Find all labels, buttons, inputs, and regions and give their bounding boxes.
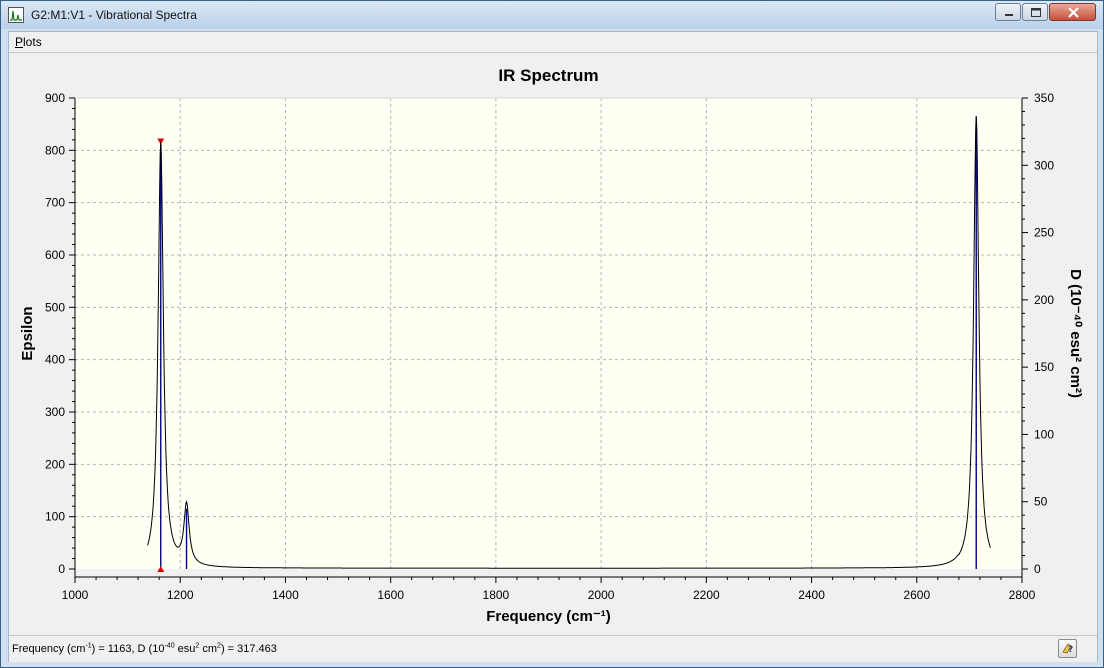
maximize-icon: [1031, 8, 1041, 17]
app-window: G2:M1:V1 - Vibrational Spectra Plots IR …: [0, 0, 1104, 668]
y2-tick-label: 350: [1034, 91, 1054, 105]
y-tick-label: 800: [45, 143, 65, 157]
y-tick-label: 200: [45, 457, 65, 471]
close-icon: [1068, 7, 1079, 18]
x-tick-label: 2600: [903, 588, 930, 602]
y2-tick-label: 100: [1034, 427, 1054, 441]
y-tick-label: 900: [45, 91, 65, 105]
menu-plots-label: lots: [23, 35, 42, 49]
y-tick-label: 100: [45, 510, 65, 524]
close-button[interactable]: [1049, 3, 1096, 21]
y-tick-label: 600: [45, 248, 65, 262]
y2-tick-label: 0: [1034, 562, 1041, 576]
y2-tick-label: 50: [1034, 495, 1048, 509]
help-icon: ?: [1062, 643, 1073, 655]
minimize-icon: [1005, 14, 1013, 16]
chart-title: IR Spectrum: [498, 66, 598, 85]
x-tick-label: 1000: [62, 588, 89, 602]
menu-plots-mnemonic: P: [15, 35, 24, 49]
client-area: Plots IR Spectrum 0 100 200 300 400 500 600 700 8…: [8, 31, 1098, 662]
status-unit-esu: esu: [174, 643, 196, 655]
x-tick-label: 2400: [798, 588, 825, 602]
status-freq-value: ) = 1163, D (10: [91, 643, 165, 655]
status-d-exponent: -40: [164, 642, 175, 650]
title-bar[interactable]: G2:M1:V1 - Vibrational Spectra: [1, 1, 1103, 29]
y-tick-label: 700: [45, 196, 65, 210]
y2-tick-label: 300: [1034, 158, 1054, 172]
x-tick-label: 2800: [1009, 588, 1036, 602]
y-axis-label: Epsilon: [19, 306, 36, 360]
vibrational-spectra-icon: [8, 7, 24, 23]
x-tick-label: 1200: [167, 588, 194, 602]
y-tick-label: 0: [58, 562, 65, 576]
svg-text:?: ?: [1068, 645, 1073, 655]
maximize-button[interactable]: [1022, 3, 1048, 21]
y-tick-label: 500: [45, 300, 65, 314]
menu-bar: Plots: [9, 32, 1097, 52]
plot-background: [75, 98, 1022, 569]
y2-tick-label: 200: [1034, 293, 1054, 307]
help-button[interactable]: ?: [1058, 639, 1077, 658]
x-tick-label: 2200: [693, 588, 720, 602]
x-tick-label: 1400: [272, 588, 299, 602]
x-tick-label: 1600: [377, 588, 404, 602]
x-tick-label: 1800: [483, 588, 510, 602]
x-axis-label: Frequency (cm⁻¹): [486, 608, 611, 625]
status-freq-label: Frequency (cm: [12, 643, 86, 655]
menu-plots[interactable]: Plots: [14, 35, 43, 49]
x-tick-label: 2000: [588, 588, 615, 602]
y-tick-label: 400: [45, 353, 65, 367]
status-readout: Frequency (cm-1) = 1163, D (10-40 esu2 c…: [12, 642, 277, 655]
y2-tick-label: 250: [1034, 226, 1054, 240]
status-d-value: ) = 317.463: [220, 643, 277, 655]
ir-spectrum-plot[interactable]: IR Spectrum 0 100 200 300 400 500 600 700 800 900 0…: [9, 52, 1097, 635]
status-bar: Frequency (cm-1) = 1163, D (10-40 esu2 c…: [9, 635, 1097, 662]
minimize-button[interactable]: [995, 3, 1021, 21]
y2-axis-label: D (10⁻⁴⁰ esu² cm²): [1067, 269, 1084, 398]
window-title: G2:M1:V1 - Vibrational Spectra: [31, 8, 197, 22]
y-tick-label: 300: [45, 405, 65, 419]
y2-tick-label: 150: [1034, 360, 1054, 374]
ir-spectrum-chart[interactable]: IR Spectrum 0 100 200 300 400 500 600 700 800 900 0…: [9, 53, 1097, 635]
status-unit-cm: cm: [199, 643, 218, 655]
